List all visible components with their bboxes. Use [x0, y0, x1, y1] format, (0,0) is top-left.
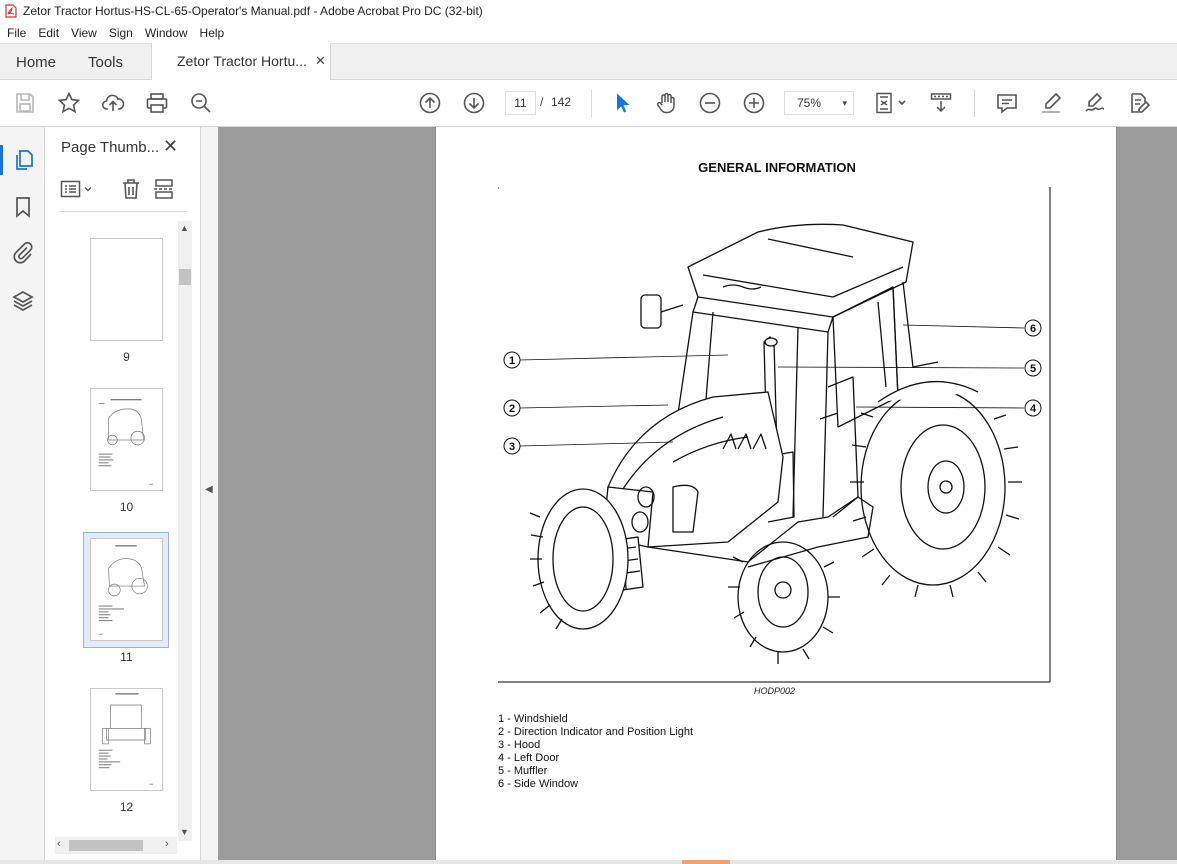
document-canvas[interactable]: GENERAL INFORMATION 1 2 3 4 5 6 HODP002 …: [218, 127, 1177, 864]
attachment-icon[interactable]: [11, 241, 35, 265]
upload-icon[interactable]: [101, 91, 125, 115]
toolbar-divider: [974, 90, 975, 117]
callout-4: 4: [1030, 403, 1037, 415]
figure-code: HODP002: [754, 686, 796, 696]
legend-item: 1 - Windshield: [498, 713, 568, 725]
panel-divider: [59, 211, 187, 212]
callout-3: 3: [509, 441, 515, 453]
pdf-page: GENERAL INFORMATION 1 2 3 4 5 6 HODP002 …: [435, 127, 1117, 864]
page-up-icon[interactable]: [418, 91, 442, 115]
zoom-value: 75%: [797, 96, 822, 110]
menu-view[interactable]: View: [65, 26, 103, 40]
document-tab-title: Zetor Tractor Hortu...: [177, 53, 307, 69]
zoom-out-icon[interactable]: [698, 91, 722, 115]
acrobat-app-icon: [5, 4, 17, 18]
thumbnail-label: 11: [120, 650, 133, 664]
scroll-mode-icon[interactable]: [929, 91, 953, 115]
layers-icon[interactable]: [11, 289, 35, 313]
navigation-rail: [0, 127, 45, 864]
edit-pdf-icon[interactable]: [1127, 91, 1151, 115]
panel-collapse-strip[interactable]: ◀: [201, 127, 218, 864]
legend-item: 5 - Muffler: [498, 765, 548, 777]
window-title: Zetor Tractor Hortus-HS-CL-65-Operator's…: [23, 4, 483, 18]
callout-1: 1: [509, 355, 515, 367]
scroll-thumb[interactable]: [179, 269, 191, 285]
callout-5: 5: [1030, 363, 1036, 375]
callout-6: 6: [1030, 323, 1036, 335]
menu-help[interactable]: Help: [194, 26, 231, 40]
collapse-arrow-icon[interactable]: ◀: [205, 484, 213, 495]
legend-item: 2 - Direction Indicator and Position Lig…: [498, 726, 694, 738]
close-tab-icon[interactable]: ✕: [315, 53, 326, 69]
bookmark-icon[interactable]: [11, 195, 35, 219]
select-cursor-icon[interactable]: [610, 91, 634, 115]
zoom-select[interactable]: 75% ▾: [784, 91, 854, 115]
thumbnail-label: 10: [119, 500, 134, 514]
callout-2: 2: [509, 403, 515, 415]
page-heading: GENERAL INFORMATION: [698, 160, 856, 175]
delete-icon[interactable]: [119, 177, 143, 201]
fit-page-icon[interactable]: [873, 91, 909, 115]
menu-sign[interactable]: Sign: [103, 26, 139, 40]
print-icon[interactable]: [145, 91, 169, 115]
scroll-down-icon[interactable]: ▼: [180, 827, 189, 837]
thumbnail-preview: [98, 399, 154, 485]
comment-icon[interactable]: [995, 91, 1019, 115]
menu-window[interactable]: Window: [139, 26, 194, 40]
legend-item: 4 - Left Door: [498, 752, 560, 764]
thumbnail-label: 12: [119, 800, 134, 814]
tab-tools[interactable]: Tools: [88, 54, 123, 71]
page-total: 142: [551, 95, 572, 109]
thumbnail-panel: Page Thumb... ✕ 9 10 11 12 ▲ ▼ ‹ ›: [45, 127, 201, 864]
page-down-icon[interactable]: [462, 91, 486, 115]
page-separator: /: [540, 95, 544, 109]
thumbnail-page-12[interactable]: [90, 688, 163, 791]
status-strip: [0, 860, 1177, 864]
tab-document[interactable]: Zetor Tractor Hortu... ✕: [151, 43, 331, 80]
active-indicator: [0, 145, 3, 175]
tab-home[interactable]: Home: [16, 54, 56, 71]
chevron-down-icon: ▾: [842, 98, 847, 108]
thumbnail-preview: [98, 545, 148, 635]
toolbar-divider: [591, 90, 592, 117]
scroll-thumb[interactable]: [69, 840, 143, 851]
legend-item: 6 - Side Window: [498, 778, 579, 790]
menu-bar: File Edit View Sign Window Help: [0, 22, 1177, 43]
scroll-left-icon[interactable]: ‹: [57, 838, 61, 850]
tractor-illustration: 1 2 3 4 5 6: [498, 187, 1051, 683]
page-split-icon[interactable]: [152, 177, 176, 201]
thumbnail-page-11[interactable]: [90, 538, 163, 641]
menu-edit[interactable]: Edit: [32, 26, 65, 40]
thumbnail-horizontal-scrollbar[interactable]: ‹ ›: [55, 837, 177, 854]
close-panel-icon[interactable]: ✕: [163, 136, 178, 157]
panel-title: Page Thumb...: [61, 139, 160, 156]
zoom-search-icon[interactable]: [189, 91, 213, 115]
progress-accent: [682, 860, 730, 864]
thumbnail-preview: [98, 693, 154, 785]
menu-file[interactable]: File: [0, 26, 32, 40]
thumbnail-page-9[interactable]: [90, 238, 163, 341]
thumbnail-options-icon[interactable]: [59, 177, 95, 201]
figure-legend: 1 - Windshield 2 - Direction Indicator a…: [498, 713, 693, 791]
title-bar: Zetor Tractor Hortus-HS-CL-65-Operator's…: [0, 0, 1177, 22]
main-toolbar: 11 / 142 75% ▾: [0, 80, 1177, 127]
highlight-icon[interactable]: [1039, 91, 1063, 115]
scroll-right-icon[interactable]: ›: [165, 838, 169, 850]
thumbnail-page-10[interactable]: [90, 388, 163, 491]
scroll-up-icon[interactable]: ▲: [180, 223, 189, 233]
page-number-input[interactable]: 11: [505, 91, 536, 115]
save-icon[interactable]: [13, 91, 37, 115]
page-thumbnails-icon[interactable]: [11, 148, 35, 172]
thumbnail-vertical-scrollbar[interactable]: ▲ ▼: [178, 221, 192, 841]
tab-bar: Home Tools Zetor Tractor Hortu... ✕: [0, 43, 1177, 80]
zoom-in-icon[interactable]: [742, 91, 766, 115]
legend-item: 3 - Hood: [498, 739, 541, 751]
star-icon[interactable]: [57, 91, 81, 115]
sign-icon[interactable]: [1083, 91, 1107, 115]
hand-icon[interactable]: [654, 91, 678, 115]
thumbnail-label: 9: [123, 350, 130, 364]
